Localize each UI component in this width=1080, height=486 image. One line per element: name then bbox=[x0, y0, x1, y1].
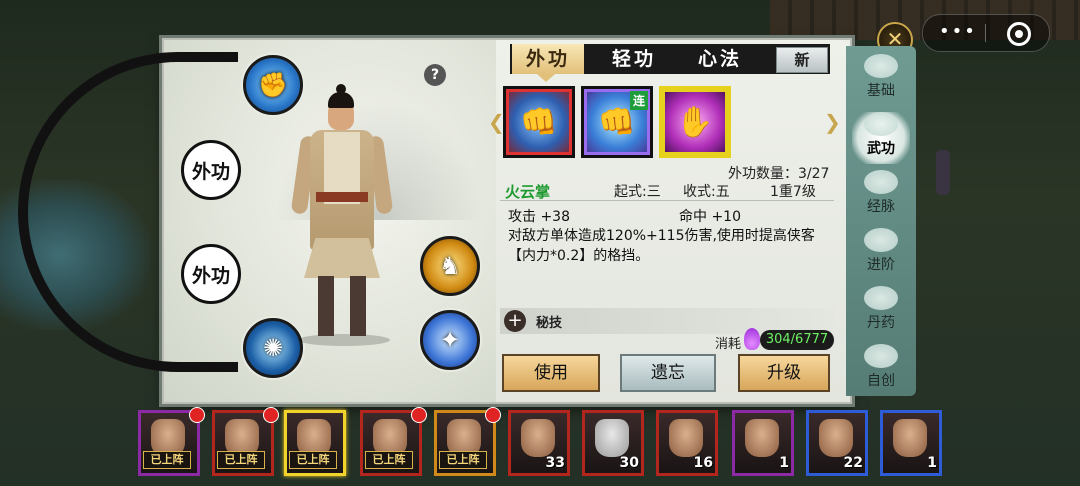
hero-portrait bbox=[893, 419, 927, 457]
roster-hero-5[interactable]: 已上阵 bbox=[434, 407, 501, 476]
martial-arts-icon bbox=[864, 112, 898, 136]
notification-dot bbox=[263, 407, 279, 423]
notification-dot bbox=[189, 407, 205, 423]
hero-portrait bbox=[669, 419, 703, 457]
skill-level: 1重7级 bbox=[770, 184, 816, 200]
skill-start-stance: 起式:三 bbox=[614, 184, 661, 200]
cost-value: 304/6777 bbox=[760, 330, 834, 350]
palm-icon: ✋ bbox=[676, 104, 714, 140]
cost-label: 消耗 bbox=[715, 337, 742, 352]
nav-advance[interactable]: 进阶 bbox=[852, 228, 910, 280]
hero-level: 1 bbox=[779, 455, 789, 471]
plus-icon[interactable]: + bbox=[504, 310, 526, 332]
skill-card-huoyunzhang[interactable]: 👊 bbox=[503, 86, 575, 158]
skill-end-stance: 收式:五 bbox=[683, 184, 730, 200]
background-npc bbox=[936, 150, 950, 195]
skill-attack-stat: 攻击 +38 bbox=[508, 209, 570, 225]
help-icon[interactable]: ? bbox=[424, 64, 446, 86]
nav-basics[interactable]: 基础 bbox=[852, 54, 910, 106]
skill-name: 火云掌 bbox=[505, 183, 551, 201]
slot-waigong-1[interactable]: 外功 bbox=[181, 140, 241, 200]
close-miniprogram-icon[interactable] bbox=[1007, 22, 1031, 46]
nav-create[interactable]: 自创 bbox=[852, 344, 910, 396]
notification-dot bbox=[485, 407, 501, 423]
skill-card-combo[interactable]: 👊 连 bbox=[581, 86, 653, 158]
create-icon bbox=[864, 344, 898, 368]
roster-hero-9[interactable]: 1 bbox=[732, 410, 794, 476]
nav-elixir[interactable]: 丹药 bbox=[852, 286, 910, 338]
menu-capsule: ••• bbox=[922, 14, 1050, 52]
hero-level: 33 bbox=[545, 455, 565, 471]
nav-martial-arts[interactable]: 武功 bbox=[852, 112, 910, 164]
hero-portrait bbox=[745, 419, 779, 457]
capsule-divider bbox=[985, 24, 986, 42]
upgrade-button[interactable]: 升级 bbox=[738, 354, 830, 392]
spirit-orb-icon: ✦ bbox=[439, 326, 461, 354]
roster-hero-4[interactable]: 已上阵 bbox=[360, 407, 427, 476]
roster-hero-11[interactable]: 1 bbox=[880, 410, 942, 476]
roster-hero-3[interactable]: 已上阵 bbox=[284, 410, 346, 476]
more-options-icon[interactable]: ••• bbox=[939, 21, 977, 42]
skill-hit-stat: 命中 +10 bbox=[679, 209, 741, 225]
hero-level: 30 bbox=[619, 455, 639, 471]
roster-hero-8[interactable]: 16 bbox=[656, 410, 718, 476]
elixir-icon bbox=[864, 286, 898, 310]
hero-level: 22 bbox=[843, 455, 863, 471]
running-figure-icon: ♞ bbox=[439, 252, 461, 280]
advance-icon bbox=[864, 228, 898, 252]
purple-flame-icon bbox=[744, 328, 760, 350]
fist-icon: ✊ bbox=[258, 71, 288, 99]
roster-hero-7[interactable]: 30 bbox=[582, 410, 644, 476]
roster-hero-1[interactable]: 已上阵 bbox=[138, 407, 205, 476]
tab-qinggong[interactable]: 轻功 bbox=[598, 44, 670, 74]
hero-character bbox=[288, 84, 398, 347]
combo-badge: 连 bbox=[629, 91, 648, 110]
new-button[interactable]: 新 bbox=[776, 47, 828, 73]
chevron-right-icon[interactable]: ❯ bbox=[824, 110, 841, 134]
deployed-badge: 已上阵 bbox=[289, 451, 337, 469]
skill-description: 对敌方单体造成120%+115伤害,使用时提高侠客【内力*0.2】的格挡。 bbox=[508, 228, 815, 264]
forget-button[interactable]: 遗忘 bbox=[620, 354, 716, 392]
secret-technique-label: 秘技 bbox=[536, 316, 563, 331]
nav-meridians[interactable]: 经脉 bbox=[852, 170, 910, 222]
hero-level: 1 bbox=[927, 455, 937, 471]
equipped-skill-qinggong[interactable]: ♞ bbox=[420, 236, 480, 296]
active-tab-pointer bbox=[537, 74, 555, 82]
basics-icon bbox=[864, 54, 898, 78]
fist-icon: 👊 bbox=[520, 104, 558, 140]
notification-dot bbox=[411, 407, 427, 423]
tab-xinfa[interactable]: 心法 bbox=[684, 44, 756, 74]
deployed-badge: 已上阵 bbox=[217, 451, 265, 469]
hero-level: 16 bbox=[693, 455, 713, 471]
equipped-skill-xinfa[interactable]: ✦ bbox=[420, 310, 480, 370]
hero-portrait bbox=[819, 419, 853, 457]
hero-portrait bbox=[521, 419, 555, 457]
roster-hero-10[interactable]: 22 bbox=[806, 410, 868, 476]
use-button[interactable]: 使用 bbox=[502, 354, 600, 392]
meridians-icon bbox=[864, 170, 898, 194]
roster-hero-6[interactable]: 33 bbox=[508, 410, 570, 476]
skill-card-palm[interactable]: ✋ bbox=[659, 86, 731, 158]
hero-portrait bbox=[595, 419, 629, 457]
deployed-badge: 已上阵 bbox=[439, 451, 487, 469]
tab-waigong[interactable]: 外功 bbox=[512, 44, 584, 74]
slot-waigong-2[interactable]: 外功 bbox=[181, 244, 241, 304]
energy-burst-icon: ✺ bbox=[262, 334, 284, 362]
deployed-badge: 已上阵 bbox=[143, 451, 191, 469]
roster-hero-2[interactable]: 已上阵 bbox=[212, 407, 279, 476]
deployed-badge: 已上阵 bbox=[365, 451, 413, 469]
